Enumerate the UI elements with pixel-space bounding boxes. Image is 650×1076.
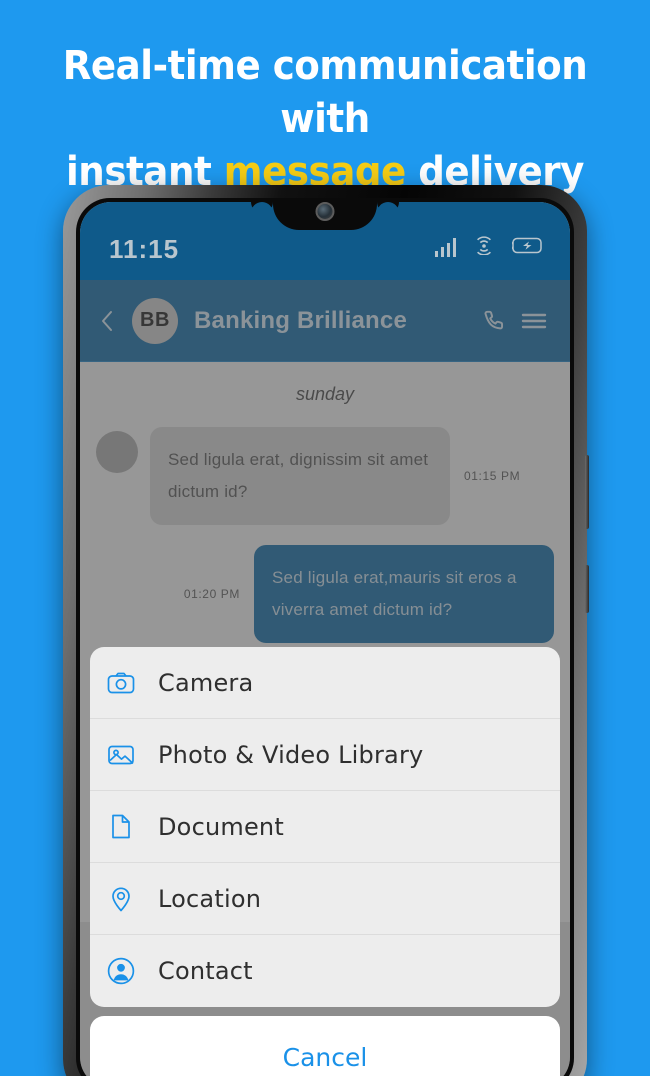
action-sheet-item-document[interactable]: Document — [90, 791, 560, 863]
location-pin-icon — [106, 885, 136, 913]
phone-power-button[interactable] — [585, 455, 589, 529]
action-sheet-item-photo-video-library[interactable]: Photo & Video Library — [90, 719, 560, 791]
message-bubble[interactable]: Sed ligula erat, dignissim sit amet dict… — [150, 427, 450, 525]
contact-icon — [106, 957, 136, 985]
front-camera-icon — [315, 202, 335, 221]
status-bar-clock: 11:15 — [109, 234, 180, 264]
message-avatar — [96, 431, 138, 473]
phone-bezel: 11:15 BB Banking Brilliance sunday Sed l… — [76, 198, 574, 1076]
wifi-icon — [472, 235, 496, 260]
chat-title: Banking Brilliance — [194, 306, 407, 334]
phone-notch — [273, 202, 377, 230]
attachment-action-sheet: Camera Photo & Video Library Document Lo… — [80, 647, 570, 1076]
message-bubble[interactable]: Sed ligula erat,mauris sit eros a viverr… — [254, 545, 554, 643]
action-sheet-label: Camera — [158, 668, 254, 697]
photo-library-icon — [106, 743, 136, 767]
chat-header: BB Banking Brilliance — [80, 280, 570, 362]
action-sheet-label: Contact — [158, 957, 253, 985]
phone-volume-button[interactable] — [585, 565, 589, 613]
action-sheet-label: Location — [158, 884, 262, 913]
signal-bars-icon — [434, 238, 456, 257]
page-title: Real-time communication with instant mes… — [23, 40, 628, 199]
action-sheet-item-contact[interactable]: Contact — [90, 935, 560, 1007]
action-sheet-item-location[interactable]: Location — [90, 863, 560, 935]
battery-charging-icon — [509, 236, 544, 260]
hamburger-menu-button[interactable] — [520, 310, 548, 332]
phone-mockup: 11:15 BB Banking Brilliance sunday Sed l… — [63, 185, 589, 1076]
action-sheet-item-camera[interactable]: Camera — [90, 647, 560, 719]
back-button[interactable] — [94, 309, 120, 333]
message-timestamp: 01:15 PM — [464, 469, 521, 483]
phone-screen: 11:15 BB Banking Brilliance sunday Sed l… — [80, 202, 570, 1076]
cancel-button[interactable]: Cancel — [90, 1016, 560, 1076]
document-icon — [106, 813, 136, 840]
headline-line-1: Real-time communication with — [62, 43, 588, 142]
avatar[interactable]: BB — [132, 297, 178, 344]
action-sheet-list: Camera Photo & Video Library Document Lo… — [90, 647, 560, 1007]
action-sheet-label: Document — [158, 812, 284, 841]
call-button[interactable] — [482, 308, 508, 334]
status-bar: 11:15 — [80, 202, 570, 280]
message-row-incoming: Sed ligula erat, dignissim sit amet dict… — [80, 427, 570, 525]
day-divider: sunday — [295, 384, 355, 404]
message-timestamp: 01:20 PM — [183, 587, 240, 601]
status-bar-icons — [434, 235, 545, 260]
action-sheet-label: Photo & Video Library — [158, 740, 424, 769]
message-row-outgoing: 01:20 PM Sed ligula erat,mauris sit eros… — [80, 545, 570, 643]
camera-icon — [106, 671, 136, 695]
